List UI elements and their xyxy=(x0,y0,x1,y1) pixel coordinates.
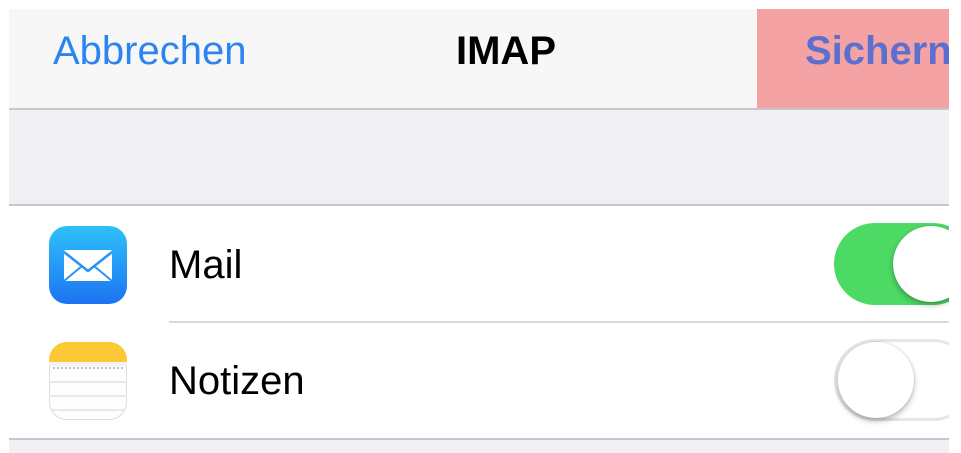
mail-toggle-knob xyxy=(893,226,949,302)
cancel-button[interactable]: Abbrechen xyxy=(53,29,246,74)
mail-icon xyxy=(49,226,127,304)
list-item-mail: Mail xyxy=(9,206,949,323)
navigation-bar: Abbrechen IMAP Sichern xyxy=(9,9,949,110)
save-button[interactable]: Sichern xyxy=(805,29,949,74)
account-settings-screen: Abbrechen IMAP Sichern Mail Notizen xyxy=(9,9,949,453)
services-group: Mail Notizen xyxy=(9,204,949,440)
notes-icon xyxy=(49,342,127,420)
page-title: IMAP xyxy=(456,29,556,73)
screen: Abbrechen IMAP Sichern Mail Notizen xyxy=(0,0,961,453)
notes-toggle-knob xyxy=(838,342,914,418)
mail-toggle[interactable] xyxy=(834,223,949,305)
notes-toggle[interactable] xyxy=(834,339,949,421)
mail-label: Mail xyxy=(169,243,243,287)
notes-label: Notizen xyxy=(169,359,305,403)
list-item-notes: Notizen xyxy=(9,322,949,438)
